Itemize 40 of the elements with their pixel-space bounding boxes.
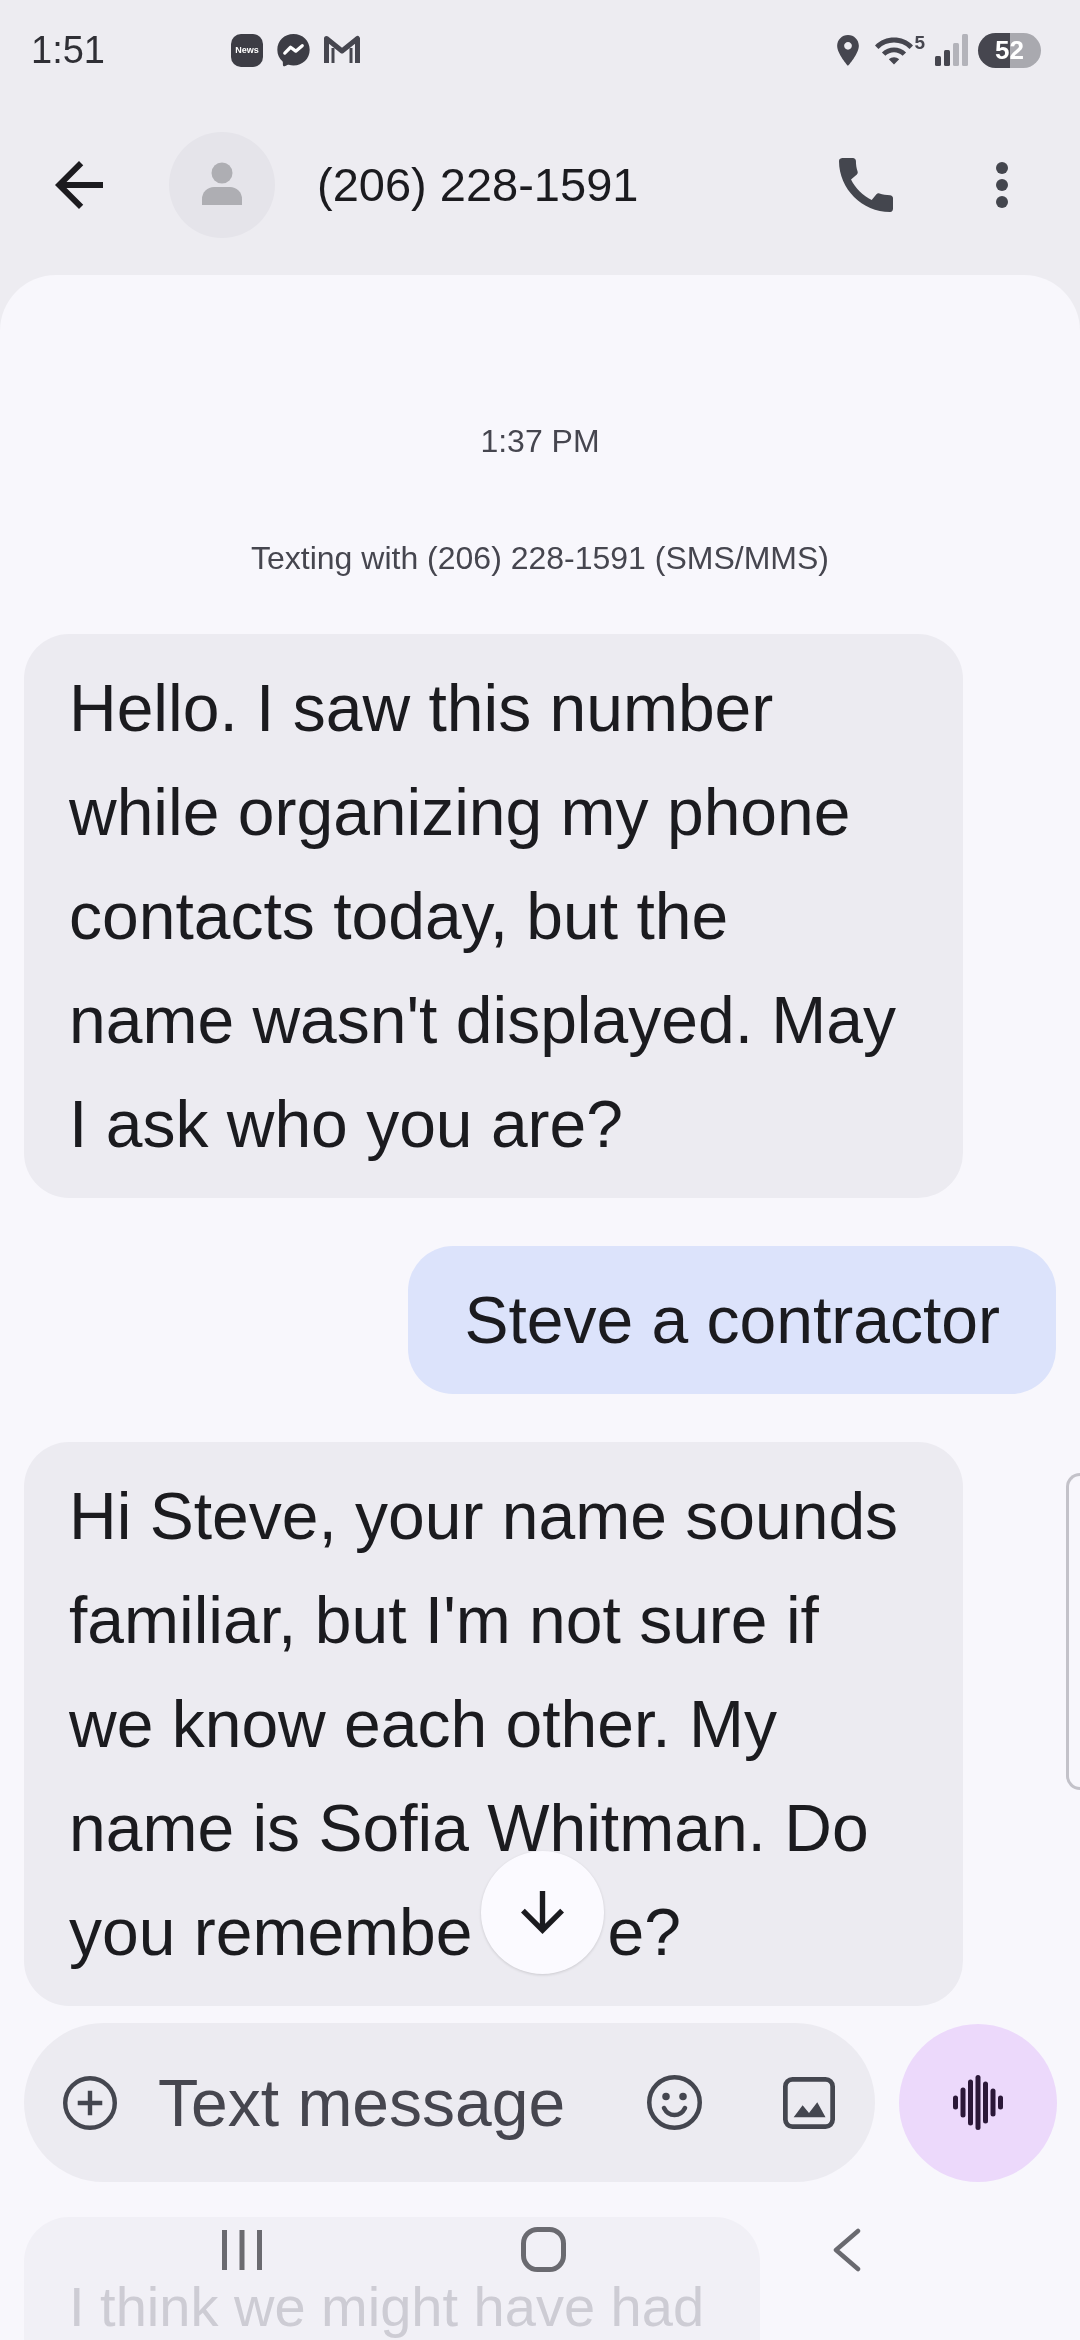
message-input[interactable]: Text message [158, 2062, 620, 2143]
wifi-icon [875, 37, 914, 65]
person-icon [169, 131, 275, 238]
back-arrow-icon [55, 160, 103, 209]
add-button[interactable] [63, 2075, 117, 2130]
news-badge: News [231, 33, 263, 67]
emoji-button[interactable] [647, 2075, 702, 2130]
down-arrow-icon [521, 1890, 564, 1935]
signal-icon [935, 34, 968, 66]
thread-info: Texting with (206) 228-1591 (SMS/MMS) [251, 539, 829, 578]
three-bars-icon [222, 2227, 262, 2272]
phone-icon [839, 157, 893, 212]
chat-bubble-icon [277, 33, 310, 67]
more-options-button[interactable] [996, 161, 1008, 208]
back-nav-button[interactable] [832, 2227, 861, 2272]
message-text: Steve a contractor [464, 1282, 1000, 1359]
image-button[interactable] [783, 2076, 835, 2129]
wifi-band-label: 5 [914, 34, 925, 52]
smiley-icon [647, 2075, 702, 2130]
rounded-square-icon [521, 2227, 566, 2272]
back-button[interactable] [55, 160, 103, 209]
m-logo-icon [324, 35, 360, 65]
waveform-icon [953, 2075, 1003, 2130]
message-text: e? [607, 1894, 681, 1971]
timestamp: 1:37 PM [480, 422, 600, 461]
home-button[interactable] [521, 2227, 566, 2272]
scroll-handle[interactable] [1066, 1473, 1080, 1790]
message-text: you remembe [69, 1894, 473, 1971]
call-button[interactable] [839, 157, 893, 212]
chevron-left-icon [832, 2227, 861, 2272]
composer-bar[interactable]: Text message [24, 2023, 875, 2182]
location-pin-icon [836, 34, 861, 66]
image-icon [783, 2076, 835, 2129]
kebab-menu-icon [996, 161, 1008, 208]
contact-name: (206) 228-1591 [317, 156, 639, 213]
message-text: Hello. I saw this number while organizing my phone contacts today, but the name wasn't displayed. May I ask who you are? [69, 670, 897, 1163]
recent-apps-button[interactable] [222, 2227, 262, 2272]
battery-indicator: 52 [978, 32, 1041, 68]
status-time: 1:51 [31, 28, 105, 72]
plus-circle-icon [63, 2075, 117, 2130]
